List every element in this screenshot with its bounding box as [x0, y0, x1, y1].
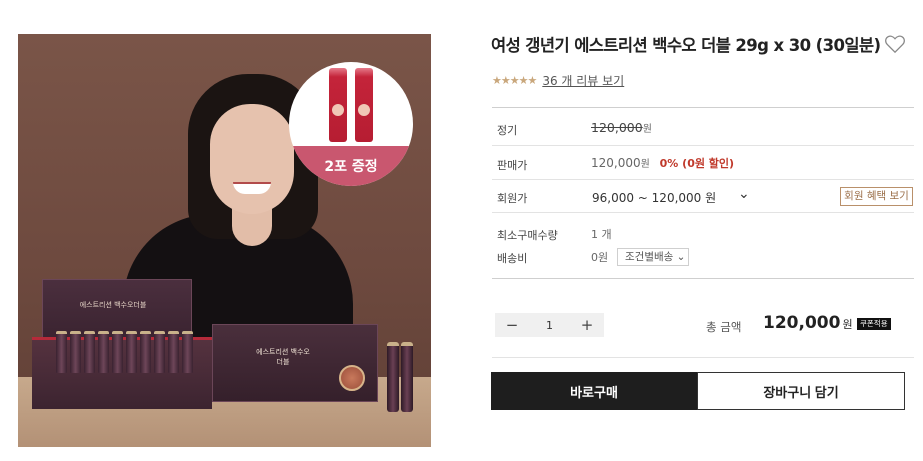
add-to-cart-button[interactable]: 장바구니 담기 [697, 372, 905, 410]
review-link[interactable]: 36 개 리뷰 보기 [542, 72, 624, 89]
divider [492, 357, 914, 358]
sale-price-value: 120,000 [591, 156, 641, 170]
vial-row [56, 331, 193, 373]
decrease-quantity-button[interactable]: − [505, 316, 519, 334]
divider [492, 212, 914, 213]
divider [492, 278, 914, 279]
box-emblem [339, 365, 365, 391]
currency: 원 [642, 124, 652, 135]
member-price-range: 96,000 ~ 120,000 원 [592, 191, 717, 205]
standing-vial [401, 342, 413, 412]
vial [98, 331, 109, 373]
increase-quantity-button[interactable]: + [580, 316, 594, 334]
standing-vial [387, 342, 399, 412]
vial [182, 331, 193, 373]
divider [492, 179, 914, 180]
gift-label: 2포 증정 [324, 159, 378, 175]
gift-stick-pack [355, 68, 373, 142]
member-benefit-button[interactable]: 회원 혜택 보기 [840, 187, 913, 206]
open-gift-box: 에스트리션 백수오더블 [32, 279, 212, 409]
vial [112, 331, 123, 373]
buy-now-button[interactable]: 바로구매 [491, 372, 697, 410]
rating-stars: ★★★★★ [492, 74, 537, 87]
sale-price-label: 판매가 [497, 159, 528, 172]
currency: 원 [640, 159, 650, 170]
discount-text: 0% (0원 할인) [659, 157, 735, 170]
min-qty-value: 1 개 [591, 228, 612, 241]
product-image: 에스트리션 백수오더블 에스트리션 백수오더블 2포 증정 [18, 34, 431, 447]
vial [56, 331, 67, 373]
member-price-label: 회원가 [497, 192, 528, 205]
total-label: 총 금액 [706, 320, 742, 334]
divider [492, 145, 914, 146]
product-title: 여성 갱년기 에스트리션 백수오 더블 29g x 30 (30일분) [491, 36, 881, 55]
regular-price-label: 정기 [497, 124, 518, 137]
vial [70, 331, 81, 373]
vial [168, 331, 179, 373]
total-amount-value: 120,000 [763, 313, 841, 333]
quantity-stepper: − 1 + [495, 313, 604, 337]
shipping-label: 배송비 [497, 252, 528, 265]
vial [154, 331, 165, 373]
shipping-value: 0원 [591, 251, 609, 264]
gift-badge: 2포 증정 [289, 62, 413, 186]
model-smile [233, 182, 271, 194]
currency: 원 [842, 318, 853, 331]
regular-price-value: 120,000 [591, 120, 643, 135]
vial [126, 331, 137, 373]
vial [84, 331, 95, 373]
gift-stick-pack [329, 68, 347, 142]
coupon-badge: 쿠폰적용 [857, 318, 891, 330]
box-front-text: 에스트리션 백수오더블 [256, 348, 310, 366]
shipping-option-select[interactable]: 조건별배송 ⌄ [617, 248, 689, 266]
box-lid-text: 에스트리션 백수오더블 [79, 301, 147, 309]
model-face [210, 104, 294, 214]
min-qty-label: 최소구매수량 [497, 229, 558, 242]
vial [140, 331, 151, 373]
regular-price: 120,000원 [591, 120, 652, 135]
sale-price: 120,000원 0% (0원 할인) [591, 155, 734, 171]
total-amount: 120,000 원 [763, 313, 853, 333]
divider [492, 107, 914, 108]
quantity-value[interactable]: 1 [546, 319, 553, 332]
rating-row: ★★★★★ 36 개 리뷰 보기 [492, 72, 624, 89]
heart-icon[interactable] [884, 34, 906, 54]
chevron-down-icon[interactable]: ⌄ [738, 186, 750, 202]
closed-product-box: 에스트리션 백수오더블 [212, 324, 378, 402]
